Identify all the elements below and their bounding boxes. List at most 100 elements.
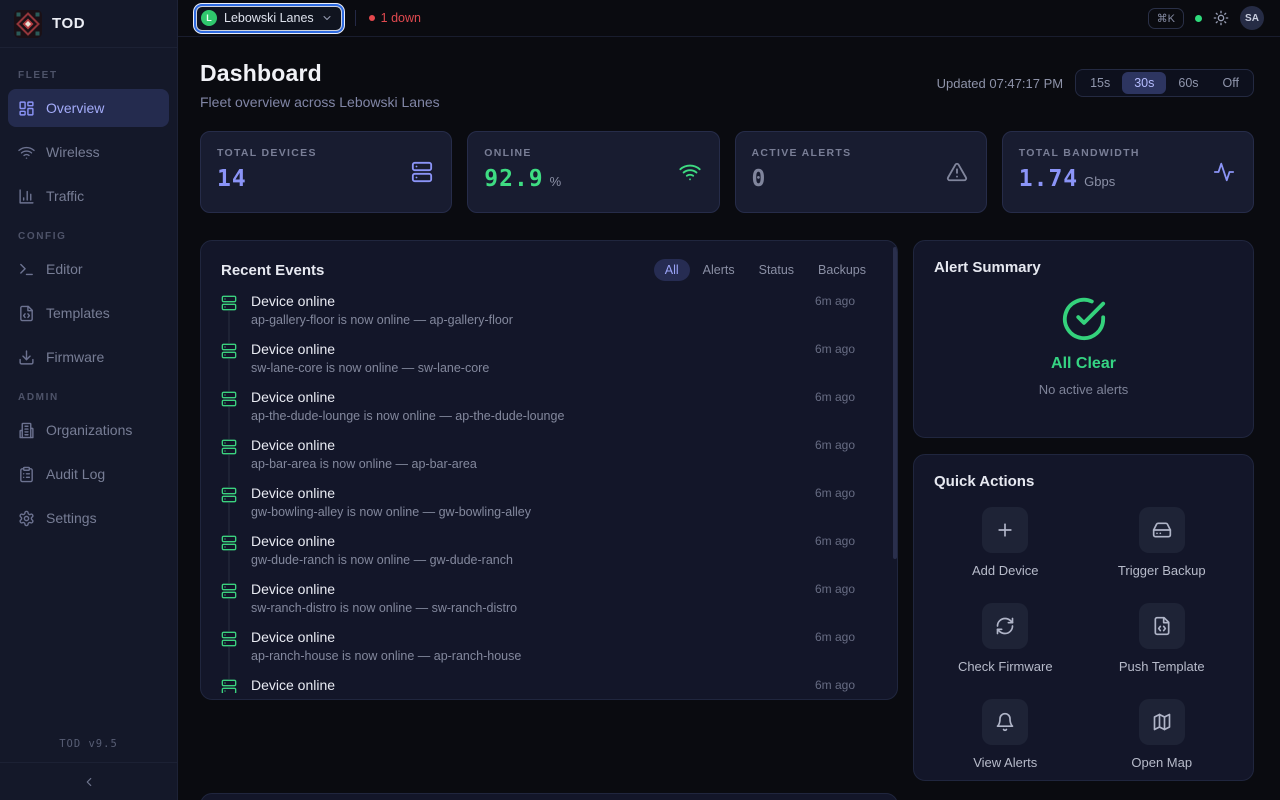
quick-action-label: View Alerts bbox=[973, 755, 1037, 770]
sidebar-item-traffic[interactable]: Traffic bbox=[8, 177, 169, 215]
sidebar-item-firmware[interactable]: Firmware bbox=[8, 338, 169, 376]
bell-icon bbox=[995, 712, 1015, 732]
left-column: Recent Events AllAlertsStatusBackups Dev… bbox=[200, 240, 898, 800]
recent-events-panel: Recent Events AllAlertsStatusBackups Dev… bbox=[200, 240, 898, 700]
event-body: Device onlineap-gallery-floor is now onl… bbox=[251, 293, 801, 327]
refresh-controls: Updated 07:47:17 PM 15s30s60sOff bbox=[937, 69, 1254, 97]
quick-action-label: Push Template bbox=[1119, 659, 1205, 674]
sidebar: TOD FLEETOverviewWirelessTrafficCONFIGEd… bbox=[0, 0, 178, 800]
refresh-option-off[interactable]: Off bbox=[1211, 72, 1251, 94]
sidebar-item-label: Traffic bbox=[46, 188, 84, 204]
topbar-right: ⌘K SA bbox=[1148, 6, 1264, 30]
nav-section-label-fleet: FLEET bbox=[18, 70, 159, 81]
event-detail: sw-lane-core is now online — sw-lane-cor… bbox=[251, 361, 801, 375]
sidebar-item-label: Wireless bbox=[46, 144, 100, 160]
page-subtitle: Fleet overview across Lebowski Lanes bbox=[200, 94, 440, 110]
event-filter-status[interactable]: Status bbox=[748, 259, 805, 281]
connection-status-dot bbox=[1195, 15, 1202, 22]
server-icon bbox=[221, 487, 237, 503]
stat-card-active-alerts: ACTIVE ALERTS0 bbox=[735, 131, 987, 213]
quick-action-trigger-backup[interactable]: Trigger Backup bbox=[1091, 507, 1234, 578]
stat-card-online: ONLINE92.9% bbox=[467, 131, 719, 213]
event-row[interactable]: Device onlineap-the-dude-lounge is now o… bbox=[221, 389, 877, 437]
event-row[interactable]: Device onlineap-ranch-house is now onlin… bbox=[221, 629, 877, 677]
alert-summary-panel: Alert Summary All Clear No active alerts bbox=[913, 240, 1254, 438]
wifi-icon bbox=[679, 161, 701, 183]
sidebar-item-templates[interactable]: Templates bbox=[8, 294, 169, 332]
stat-suffix: % bbox=[550, 174, 562, 189]
app-version: TOD v9.5 bbox=[0, 730, 177, 762]
event-body: Device online bbox=[251, 677, 801, 693]
event-row[interactable]: Device onlinegw-bowling-alley is now onl… bbox=[221, 485, 877, 533]
quick-actions-title: Quick Actions bbox=[934, 473, 1233, 490]
event-row[interactable]: Device onlineap-bar-area is now online —… bbox=[221, 437, 877, 485]
page-header: Dashboard Fleet overview across Lebowski… bbox=[200, 60, 1254, 110]
sidebar-item-overview[interactable]: Overview bbox=[8, 89, 169, 127]
user-avatar[interactable]: SA bbox=[1240, 6, 1264, 30]
page-title: Dashboard bbox=[200, 60, 440, 87]
stat-value: 1.74 bbox=[1019, 166, 1078, 192]
terminal-icon bbox=[18, 261, 35, 278]
file-code-icon bbox=[1152, 616, 1172, 636]
building-icon bbox=[18, 422, 35, 439]
command-palette-button[interactable]: ⌘K bbox=[1148, 8, 1184, 29]
down-status[interactable]: 1 down bbox=[369, 11, 421, 25]
theme-toggle-sun-icon[interactable] bbox=[1213, 10, 1229, 26]
event-body: Device onlineap-ranch-house is now onlin… bbox=[251, 629, 801, 663]
sidebar-item-label: Editor bbox=[46, 261, 83, 277]
event-row[interactable]: Device online 6m ago bbox=[221, 677, 877, 693]
event-body: Device onlineap-bar-area is now online —… bbox=[251, 437, 801, 471]
server-icon bbox=[221, 631, 237, 647]
event-filter-alerts[interactable]: Alerts bbox=[692, 259, 746, 281]
events-scrollbar[interactable] bbox=[893, 247, 897, 559]
brand-name: TOD bbox=[52, 15, 85, 32]
quick-action-open-map[interactable]: Open Map bbox=[1091, 699, 1234, 770]
refresh-option-60s[interactable]: 60s bbox=[1166, 72, 1210, 94]
recent-events-title: Recent Events bbox=[221, 262, 324, 279]
event-time: 6m ago bbox=[815, 582, 855, 596]
event-row[interactable]: Device onlinegw-dude-ranch is now online… bbox=[221, 533, 877, 581]
alert-triangle-icon bbox=[946, 161, 968, 183]
event-row[interactable]: Device onlineap-gallery-floor is now onl… bbox=[221, 293, 877, 341]
event-row[interactable]: Device onlinesw-ranch-distro is now onli… bbox=[221, 581, 877, 629]
org-selector[interactable]: L Lebowski Lanes bbox=[196, 6, 342, 31]
next-section-panel bbox=[200, 793, 898, 800]
event-title: Device online bbox=[251, 437, 801, 453]
server-icon bbox=[221, 343, 237, 359]
brand-row: TOD bbox=[0, 0, 177, 48]
check-circle-icon bbox=[1061, 296, 1107, 342]
sidebar-item-wireless[interactable]: Wireless bbox=[8, 133, 169, 171]
event-time: 6m ago bbox=[815, 390, 855, 404]
quick-action-add-device[interactable]: Add Device bbox=[934, 507, 1077, 578]
quick-action-tile bbox=[982, 603, 1028, 649]
sidebar-item-settings[interactable]: Settings bbox=[8, 499, 169, 537]
event-filter-backups[interactable]: Backups bbox=[807, 259, 877, 281]
server-icon bbox=[221, 679, 237, 693]
refresh-option-30s[interactable]: 30s bbox=[1122, 72, 1166, 94]
sidebar-item-organizations[interactable]: Organizations bbox=[8, 411, 169, 449]
refresh-icon bbox=[995, 616, 1015, 636]
event-filter-all[interactable]: All bbox=[654, 259, 690, 281]
stat-label: TOTAL BANDWIDTH bbox=[1019, 147, 1237, 159]
refresh-option-15s[interactable]: 15s bbox=[1078, 72, 1122, 94]
file-code-icon bbox=[18, 305, 35, 322]
event-title: Device online bbox=[251, 293, 801, 309]
event-row[interactable]: Device onlinesw-lane-core is now online … bbox=[221, 341, 877, 389]
stat-card-total-devices: TOTAL DEVICES14 bbox=[200, 131, 452, 213]
event-time: 6m ago bbox=[815, 630, 855, 644]
sidebar-item-editor[interactable]: Editor bbox=[8, 250, 169, 288]
quick-action-push-template[interactable]: Push Template bbox=[1091, 603, 1234, 674]
topbar-divider bbox=[355, 10, 356, 26]
sidebar-item-audit-log[interactable]: Audit Log bbox=[8, 455, 169, 493]
wifi-icon bbox=[18, 144, 35, 161]
alert-summary-title: Alert Summary bbox=[934, 259, 1233, 276]
clipboard-icon bbox=[18, 466, 35, 483]
quick-action-view-alerts[interactable]: View Alerts bbox=[934, 699, 1077, 770]
event-title: Device online bbox=[251, 581, 801, 597]
event-time: 6m ago bbox=[815, 678, 855, 692]
quick-action-check-firmware[interactable]: Check Firmware bbox=[934, 603, 1077, 674]
stat-value-row: 0 bbox=[752, 166, 970, 192]
org-avatar: L bbox=[201, 10, 217, 26]
sidebar-collapse-button[interactable] bbox=[0, 762, 177, 800]
recent-events-header: Recent Events AllAlertsStatusBackups bbox=[221, 259, 877, 281]
